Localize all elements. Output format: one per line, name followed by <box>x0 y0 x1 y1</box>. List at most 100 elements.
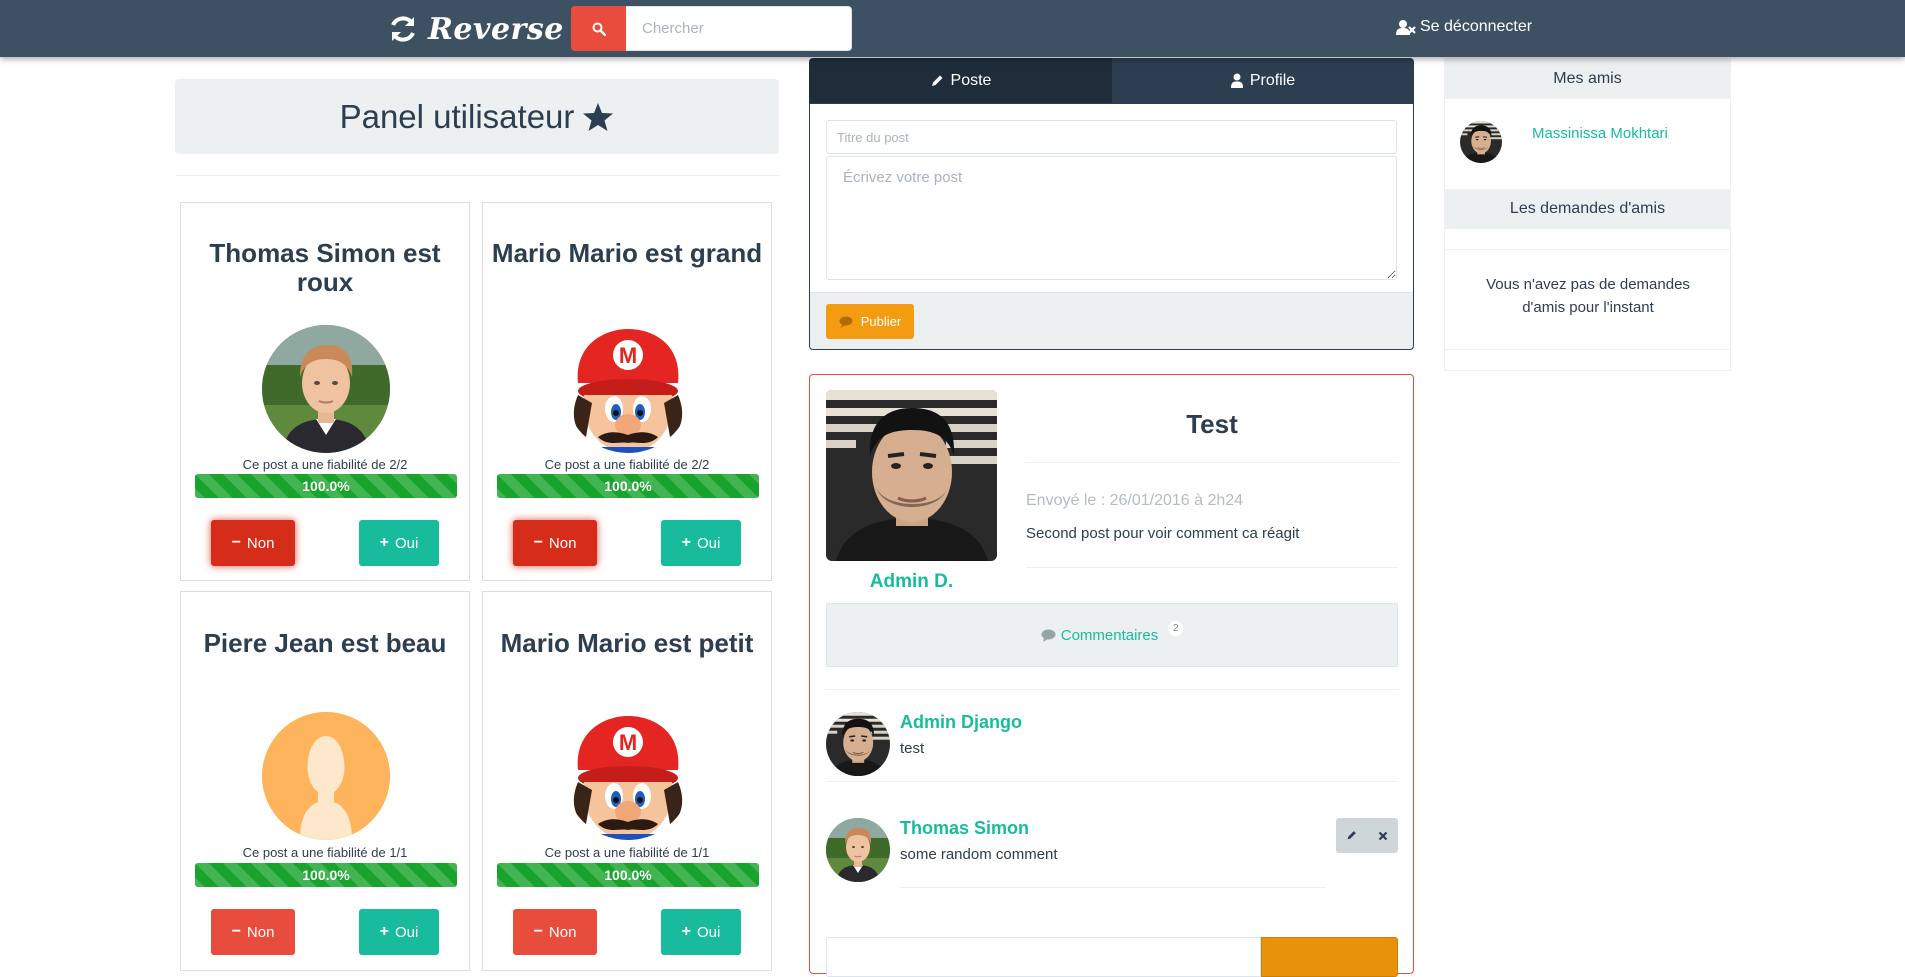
tab-label: Profile <box>1249 71 1296 89</box>
oui-label: Oui <box>395 923 419 941</box>
post-form: Publier <box>809 103 1414 350</box>
send-comment-button[interactable] <box>1261 937 1398 977</box>
search-input[interactable] <box>626 6 852 51</box>
comment-author[interactable]: Admin Django <box>900 712 1022 733</box>
user-icon <box>1230 73 1243 88</box>
navbar: Reverse Se déconnecter <box>0 0 1905 57</box>
friends-heading: Mes amis <box>1445 59 1730 99</box>
panel-title-text: Panel utilisateur <box>339 97 575 135</box>
post-author[interactable]: Admin D. <box>826 571 997 593</box>
post-item: Admin D. Test Envoyé le : 26/01/2016 à 2… <box>809 374 1414 977</box>
delete-comment-button[interactable] <box>1367 818 1398 853</box>
card-title: Mario Mario est grand <box>491 238 763 268</box>
card-title: Mario Mario est petit <box>500 628 754 658</box>
oui-label: Oui <box>697 923 721 941</box>
plus-icon: + <box>379 923 389 940</box>
divider <box>900 887 1326 888</box>
card-title: Thomas Simon est roux <box>209 238 441 297</box>
tab-label: Poste <box>950 71 992 89</box>
post-title: Test <box>1186 409 1238 439</box>
reliability-progress: 100.0% <box>195 474 457 498</box>
post-body: Second post pour voir comment ca réagit <box>1026 525 1300 542</box>
non-button[interactable]: − Non <box>513 520 597 566</box>
publish-label: Publier <box>860 314 902 329</box>
non-label: Non <box>548 923 577 941</box>
comment-icon <box>839 316 853 328</box>
comment-text: test <box>900 740 925 757</box>
comment-text: some random comment <box>900 846 1058 863</box>
post-body-textarea[interactable] <box>826 156 1397 280</box>
publish-button[interactable]: Publier <box>826 304 914 339</box>
non-button[interactable]: − Non <box>211 520 295 566</box>
divider <box>1026 567 1398 568</box>
divider <box>1445 249 1730 250</box>
post-card: Mario Mario est petit Ce post a une fiab… <box>482 591 772 971</box>
comments-toggle[interactable]: Commentaires 2 <box>826 603 1398 667</box>
non-button[interactable]: − Non <box>513 909 597 955</box>
reliability-text: Ce post a une fiabilité de 1/1 <box>544 845 710 860</box>
minus-icon: − <box>533 923 543 940</box>
minus-icon: − <box>231 534 241 551</box>
minus-icon: − <box>231 923 241 940</box>
comment-icon <box>1041 629 1056 642</box>
oui-label: Oui <box>395 534 419 552</box>
tab-poste[interactable]: Poste <box>809 58 1112 103</box>
logout-link[interactable]: Se déconnecter <box>1396 18 1532 36</box>
reliability-text: Ce post a une fiabilité de 2/2 <box>544 457 710 472</box>
search-icon <box>592 22 606 36</box>
oui-button[interactable]: + Oui <box>359 520 439 566</box>
close-icon <box>1378 831 1387 840</box>
reliability-progress: 100.0% <box>497 863 759 887</box>
comment-input[interactable] <box>826 937 1261 977</box>
brand-link[interactable]: Reverse <box>388 11 564 47</box>
divider <box>826 689 1398 690</box>
comment-actions <box>1336 818 1398 853</box>
divider <box>826 781 1398 782</box>
oui-label: Oui <box>697 534 721 552</box>
divider <box>1445 349 1730 350</box>
oui-button[interactable]: + Oui <box>661 909 741 955</box>
avatar <box>826 712 890 776</box>
logout-label: Se déconnecter <box>1420 18 1533 35</box>
reliability-progress: 100.0% <box>195 863 457 887</box>
avatar <box>1460 121 1502 163</box>
tab-profile[interactable]: Profile <box>1112 58 1414 103</box>
comments-count-badge: 2 <box>1168 620 1184 636</box>
panel-title: Panel utilisateur <box>175 79 779 154</box>
plus-icon: + <box>681 923 691 940</box>
post-card: Thomas Simon est roux Ce post a une fiab… <box>180 202 470 581</box>
refresh-icon <box>391 16 415 42</box>
avatar <box>262 325 390 453</box>
reliability-text: Ce post a une fiabilité de 1/1 <box>242 845 408 860</box>
non-button[interactable]: − Non <box>211 909 295 955</box>
oui-button[interactable]: + Oui <box>359 909 439 955</box>
pencil-icon <box>1347 831 1356 840</box>
post-title-input[interactable] <box>826 120 1397 154</box>
progress-bar: 100.0% <box>195 474 457 498</box>
pencil-icon <box>931 75 943 86</box>
edit-comment-button[interactable] <box>1336 818 1367 853</box>
comment-item: Admin Django test <box>826 712 1398 792</box>
progress-bar: 100.0% <box>195 863 457 887</box>
star-icon <box>583 102 614 131</box>
reliability-progress: 100.0% <box>497 474 759 498</box>
author-photo <box>826 390 997 561</box>
comment-item: Thomas Simon some random comment <box>826 818 1398 898</box>
form-footer: Publier <box>810 292 1413 349</box>
friends-sidebar: Mes amis Massinissa Mokhtari Les demande… <box>1444 58 1731 371</box>
no-requests-text: Vous n'avez pas de demandes d'amis pour … <box>1486 276 1690 316</box>
reliability-text: Ce post a une fiabilité de 2/2 <box>242 457 408 472</box>
post-card: Piere Jean est beau Ce post a une fiabil… <box>180 591 470 971</box>
non-label: Non <box>246 534 275 552</box>
brand-name: Reverse <box>428 11 564 47</box>
search-button[interactable] <box>571 6 626 51</box>
comment-author[interactable]: Thomas Simon <box>900 818 1029 839</box>
avatar <box>564 712 692 840</box>
oui-button[interactable]: + Oui <box>661 520 741 566</box>
post-tabs: Poste Profile <box>809 58 1414 103</box>
non-label: Non <box>548 534 577 552</box>
avatar <box>826 818 890 882</box>
plus-icon: + <box>379 534 389 551</box>
avatar <box>564 325 692 453</box>
friend-link[interactable]: Massinissa Mokhtari <box>1532 125 1668 142</box>
